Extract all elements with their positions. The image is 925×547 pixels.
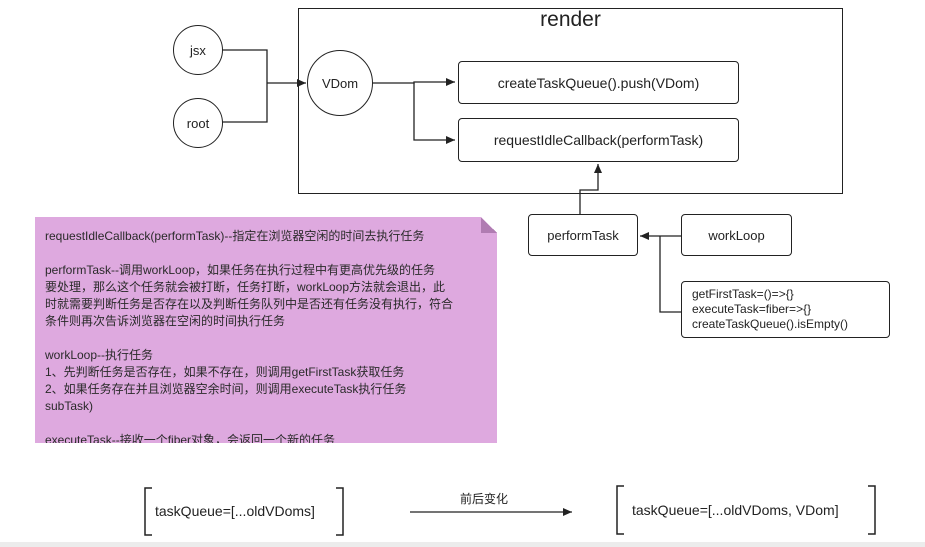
createTaskQueue-label: createTaskQueue().push(VDom) [497, 74, 700, 91]
requestIdleCallback-box: requestIdleCallback(performTask) [458, 118, 739, 162]
performTask-box: performTask [528, 214, 638, 256]
function-item: executeTask=fiber=>{} [692, 302, 812, 316]
note-line: 时就需要判断任务是否存在以及判断任务队列中是否还有任务没有执行，符合 [45, 297, 454, 311]
bottom-strip [0, 542, 925, 547]
change-label: 前后变化 [460, 492, 509, 506]
note-line: 条件则再次告诉浏览器在空闲的时间执行任务 [45, 314, 286, 328]
note-line: 1、先判断任务是否存在，如果不存在，则调用getFirstTask获取任务 [45, 365, 405, 379]
performTask-label: performTask [547, 227, 619, 243]
bracket-right-close [868, 485, 876, 535]
explanation-note: requestIdleCallback(performTask)--指定在浏览器… [35, 217, 497, 443]
workLoop-box: workLoop [681, 214, 792, 256]
bracket-left-open [144, 487, 152, 536]
workLoop-label: workLoop [708, 227, 765, 243]
createTaskQueue-box: createTaskQueue().push(VDom) [458, 61, 739, 104]
functions-connector [659, 236, 681, 313]
note-paragraph-1: requestIdleCallback(performTask)--指定在浏览器… [45, 228, 487, 245]
vdom-node: VDom [307, 50, 373, 116]
vdom-label: VDom [321, 75, 359, 91]
jsx-connector [221, 49, 268, 83]
note-paragraph-3: workLoop--执行任务 1、先判断任务是否存在，如果不存在，则调用getF… [45, 347, 487, 415]
bracket-right-open [616, 485, 624, 535]
note-line: 2、如果任务存在并且浏览器空余时间，则调用executeTask执行任务 [45, 382, 407, 396]
jsx-label: jsx [190, 42, 206, 58]
note-line: performTask--调用workLoop，如果任务在执行过程中有更高优先级… [45, 263, 436, 277]
note-paragraph-2: performTask--调用workLoop，如果任务在执行过程中有更高优先级… [45, 262, 487, 330]
note-line: workLoop--执行任务 [45, 348, 154, 362]
render-title: render [540, 8, 601, 31]
note-fold-corner [481, 217, 497, 233]
queue-before: taskQueue=[...oldVDoms] [155, 503, 315, 519]
root-node: root [173, 98, 223, 148]
requestIdleCallback-label: requestIdleCallback(performTask) [493, 132, 704, 148]
note-line: 要处理，那么这个任务就会被打断，任务打断，workLoop方法就会退出，此 [45, 280, 446, 294]
root-label: root [186, 115, 210, 131]
functions-box: getFirstTask=()=>{} executeTask=fiber=>{… [681, 281, 890, 338]
function-item: getFirstTask=()=>{} [692, 287, 794, 301]
queue-after: taskQueue=[...oldVDoms, VDom] [632, 502, 839, 518]
jsx-node: jsx [173, 25, 223, 75]
function-item: createTaskQueue().isEmpty() [692, 317, 849, 331]
bracket-left-close [336, 487, 344, 536]
note-line: requestIdleCallback(performTask)--指定在浏览器… [45, 229, 425, 243]
root-connector [221, 83, 268, 123]
note-line: subTask) [45, 399, 94, 413]
